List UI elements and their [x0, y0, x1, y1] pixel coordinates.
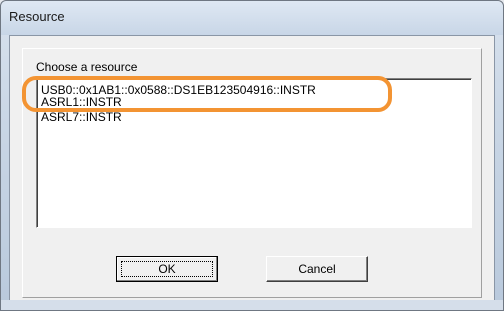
window-bottom-border — [1, 300, 503, 310]
ok-button[interactable]: OK — [116, 256, 218, 282]
focus-rectangle — [121, 261, 213, 277]
resource-listbox[interactable]: USB0::0x1AB1::0x0588::DS1EB123504916::IN… — [36, 78, 472, 228]
list-item-asrl7[interactable]: ASRL7::INSTR — [41, 110, 122, 124]
window-title: Resource — [9, 9, 65, 24]
cancel-button[interactable]: Cancel — [266, 256, 368, 282]
list-item-asrl1[interactable]: ASRL1::INSTR — [41, 95, 122, 109]
choose-resource-label: Choose a resource — [36, 60, 138, 74]
cancel-button-label: Cancel — [298, 262, 336, 276]
resource-dialog-window: Resource Choose a resource USB0::0x1AB1:… — [0, 0, 504, 311]
dialog-client-area: Choose a resource USB0::0x1AB1::0x0588::… — [9, 35, 495, 301]
title-bar[interactable]: Resource — [1, 1, 503, 35]
